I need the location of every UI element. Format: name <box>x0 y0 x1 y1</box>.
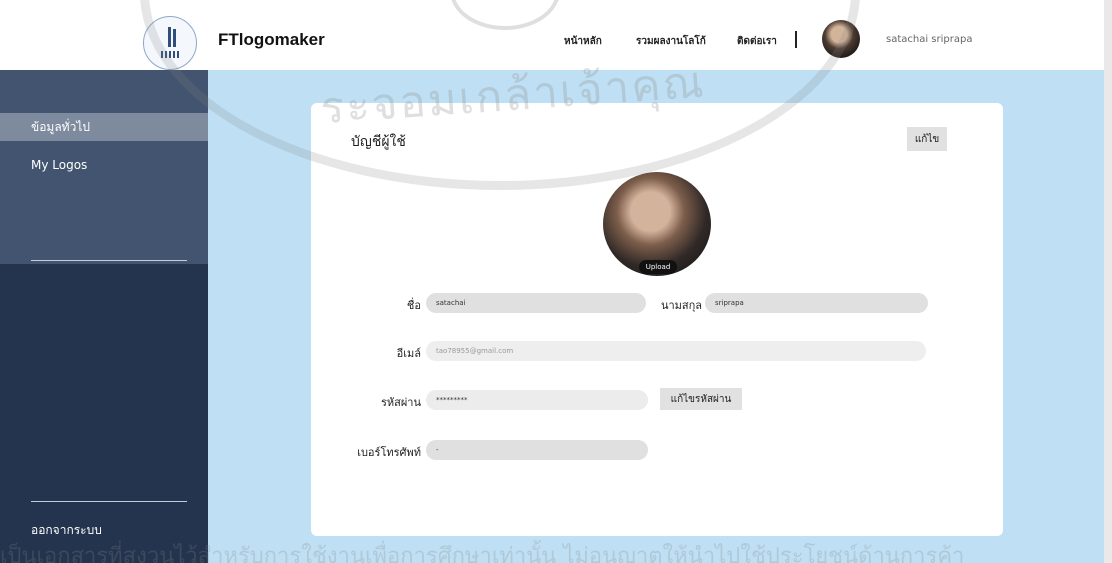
sidebar-item-general-info[interactable]: ข้อมูลทั่วไป <box>0 113 208 141</box>
sidebar-divider <box>31 501 187 502</box>
sidebar: ข้อมูลทั่วไป My Logos ออกจากระบบ <box>0 70 208 563</box>
user-name[interactable]: satachai sriprapa <box>886 34 972 45</box>
phone-label: เบอร์โทรศัพท์ <box>357 446 421 459</box>
edit-button[interactable]: แก้ไข <box>907 127 947 151</box>
email-label: อีเมล์ <box>396 347 421 360</box>
first-name-field[interactable]: satachai <box>426 293 646 313</box>
email-field[interactable]: tao78955@gmail.com <box>426 341 926 361</box>
first-name-label: ชื่อ <box>406 299 421 312</box>
change-password-button[interactable]: แก้ไขรหัสผ่าน <box>660 388 742 410</box>
phone-field[interactable]: - <box>426 440 648 460</box>
last-name-field[interactable]: sriprapa <box>705 293 928 313</box>
sidebar-divider <box>31 260 187 261</box>
last-name-label: นามสกุล <box>660 299 702 312</box>
watermark-footer-text: เป็นเอกสารที่สงวนไว้สำหรับการใช้งานเพื่อ… <box>0 544 965 563</box>
profile-photo: Upload <box>603 172 711 276</box>
scrollbar[interactable] <box>1104 0 1112 563</box>
upload-button[interactable]: Upload <box>639 260 677 274</box>
password-field[interactable]: ********* <box>426 390 648 410</box>
password-label: รหัสผ่าน <box>380 396 421 409</box>
page: FTlogomaker หน้าหลัก รวมผลงานโลโก้ ติดต่… <box>0 0 1112 563</box>
sidebar-item-my-logos[interactable]: My Logos <box>0 151 208 179</box>
